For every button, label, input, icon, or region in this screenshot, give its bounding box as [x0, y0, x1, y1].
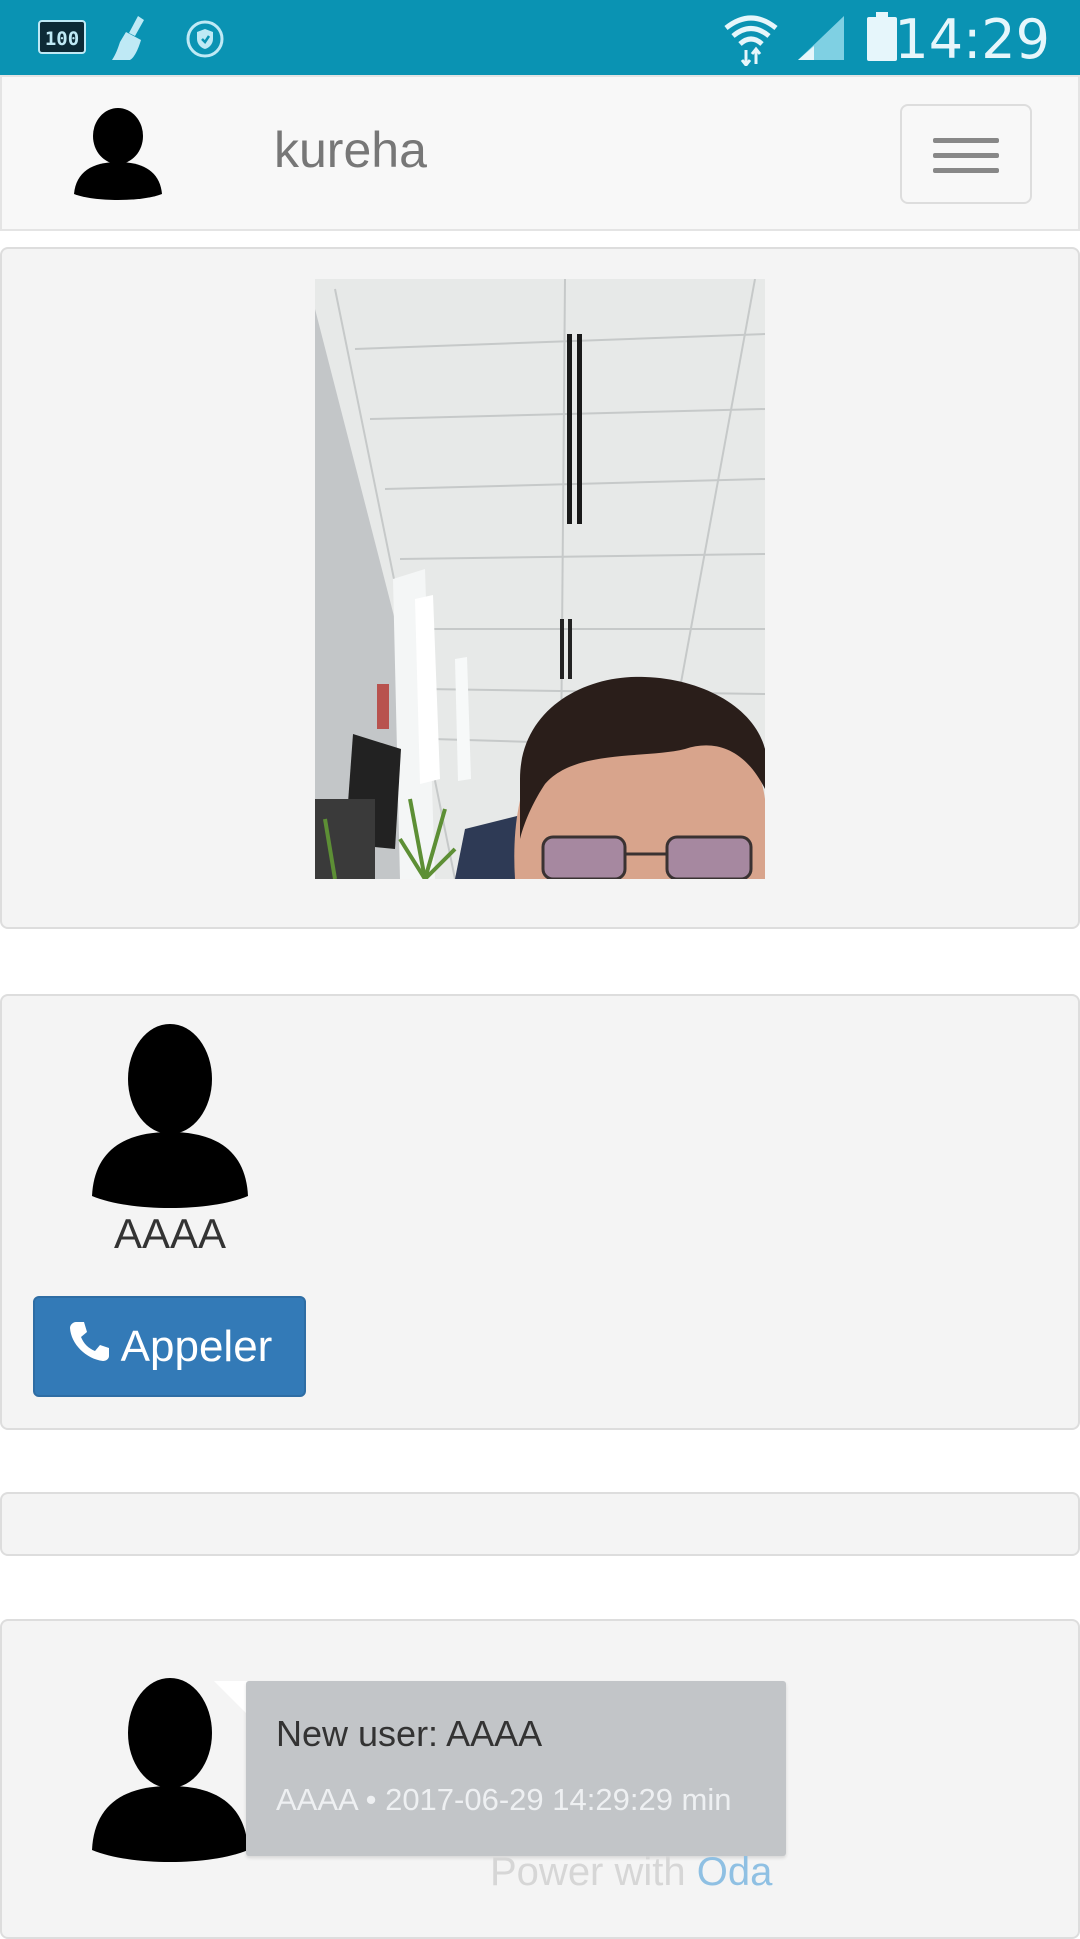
- battery-badge-text: 100: [45, 28, 79, 50]
- hamburger-menu-icon: [933, 138, 999, 143]
- top-navbar: kureha: [0, 75, 1080, 231]
- call-button[interactable]: Appeler: [33, 1296, 306, 1397]
- chat-message-bubble: New user: AAAA AAAA • 2017-06-29 14:29:2…: [246, 1681, 786, 1856]
- chat-message-text: New user: AAAA: [276, 1713, 543, 1754]
- battery-level-badge-icon: 100: [38, 20, 86, 54]
- footer-brand-link[interactable]: Oda: [697, 1850, 773, 1894]
- user-silhouette-icon[interactable]: [72, 108, 164, 200]
- page-title: kureha: [274, 122, 427, 178]
- empty-panel: [0, 1492, 1080, 1556]
- footer-credit: Power with Oda: [490, 1850, 772, 1895]
- hamburger-bar: [933, 153, 999, 158]
- hamburger-menu-button[interactable]: [900, 104, 1032, 204]
- status-bar: 100 14:29: [0, 0, 1080, 75]
- hamburger-bar: [933, 168, 999, 173]
- footer-prefix: Power with: [490, 1850, 697, 1894]
- chat-message-meta: AAAA • 2017-06-29 14:29:29 min: [276, 1782, 732, 1817]
- call-button-label: Appeler: [120, 1321, 273, 1371]
- cleaner-broom-icon: [108, 14, 156, 67]
- wifi-icon: [722, 10, 780, 71]
- cellular-signal-icon: [796, 14, 846, 67]
- user-silhouette-icon: [90, 1024, 250, 1208]
- clock-time: 14:29: [894, 8, 1050, 71]
- camera-video-feed[interactable]: [315, 279, 765, 879]
- user-name-label: AAAA: [113, 1210, 227, 1257]
- shield-icon: [186, 20, 224, 63]
- phone-icon: [67, 1319, 111, 1374]
- battery-icon: [866, 12, 898, 67]
- bubble-tail: [214, 1681, 248, 1715]
